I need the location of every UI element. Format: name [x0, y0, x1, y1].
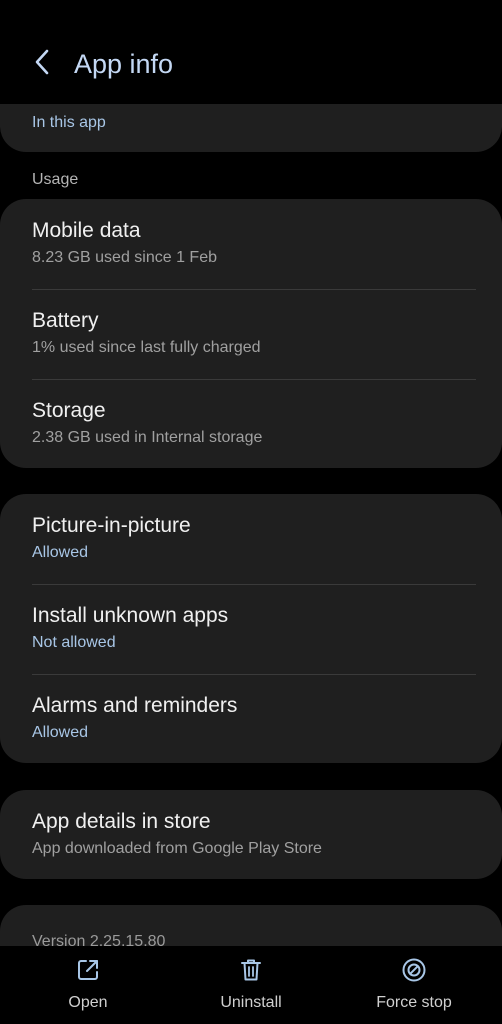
page-title: App info — [74, 49, 174, 79]
battery-subtitle: 1% used since last fully charged — [32, 339, 261, 356]
block-icon — [400, 956, 428, 984]
back-button[interactable] — [24, 44, 60, 84]
open-label: Open — [68, 994, 108, 1011]
usage-card: Mobile data 8.23 GB used since 1 Feb Bat… — [0, 199, 502, 468]
app-bar: App info — [0, 0, 502, 104]
list-item-storage[interactable]: Storage 2.38 GB used in Internal storage — [0, 379, 502, 469]
open-external-icon — [74, 956, 102, 984]
force-stop-button[interactable]: Force stop — [344, 946, 484, 1024]
storage-subtitle: 2.38 GB used in Internal storage — [32, 429, 263, 446]
app-details-title: App details in store — [32, 810, 211, 833]
picture-in-picture-title: Picture-in-picture — [32, 514, 191, 537]
alarms-and-reminders-title: Alarms and reminders — [32, 694, 238, 717]
chevron-left-icon — [33, 48, 51, 81]
list-item-install-unknown-apps[interactable]: Install unknown apps Not allowed — [0, 584, 502, 674]
list-item-app-details-in-store[interactable]: App details in store App downloaded from… — [0, 790, 502, 880]
uninstall-button[interactable]: Uninstall — [181, 946, 321, 1024]
list-item-alarms-and-reminders[interactable]: Alarms and reminders Allowed — [0, 674, 502, 764]
mobile-data-subtitle: 8.23 GB used since 1 Feb — [32, 249, 217, 266]
install-unknown-apps-status: Not allowed — [32, 634, 116, 651]
install-unknown-apps-title: Install unknown apps — [32, 604, 229, 627]
list-item-picture-in-picture[interactable]: Picture-in-picture Allowed — [0, 494, 502, 584]
mobile-data-title: Mobile data — [32, 219, 141, 242]
force-stop-label: Force stop — [376, 994, 452, 1011]
app-details-subtitle: App downloaded from Google Play Store — [32, 840, 322, 857]
store-card: App details in store App downloaded from… — [0, 790, 502, 879]
permissions-card: Picture-in-picture Allowed Install unkno… — [0, 494, 502, 763]
trash-icon — [237, 956, 265, 984]
picture-in-picture-status: Allowed — [32, 544, 89, 561]
list-item-battery[interactable]: Battery 1% used since last fully charged — [0, 289, 502, 379]
alarms-and-reminders-status: Allowed — [32, 724, 89, 741]
open-button[interactable]: Open — [18, 946, 158, 1024]
in-this-app-label: In this app — [32, 114, 106, 131]
bottom-action-bar: Open Uninstall Force stop — [0, 946, 502, 1024]
storage-title: Storage — [32, 399, 106, 422]
in-this-app-card[interactable]: In this app — [0, 104, 502, 152]
battery-title: Battery — [32, 309, 99, 332]
usage-section-label: Usage — [32, 171, 79, 188]
list-item-mobile-data[interactable]: Mobile data 8.23 GB used since 1 Feb — [0, 199, 502, 289]
uninstall-label: Uninstall — [220, 994, 282, 1011]
